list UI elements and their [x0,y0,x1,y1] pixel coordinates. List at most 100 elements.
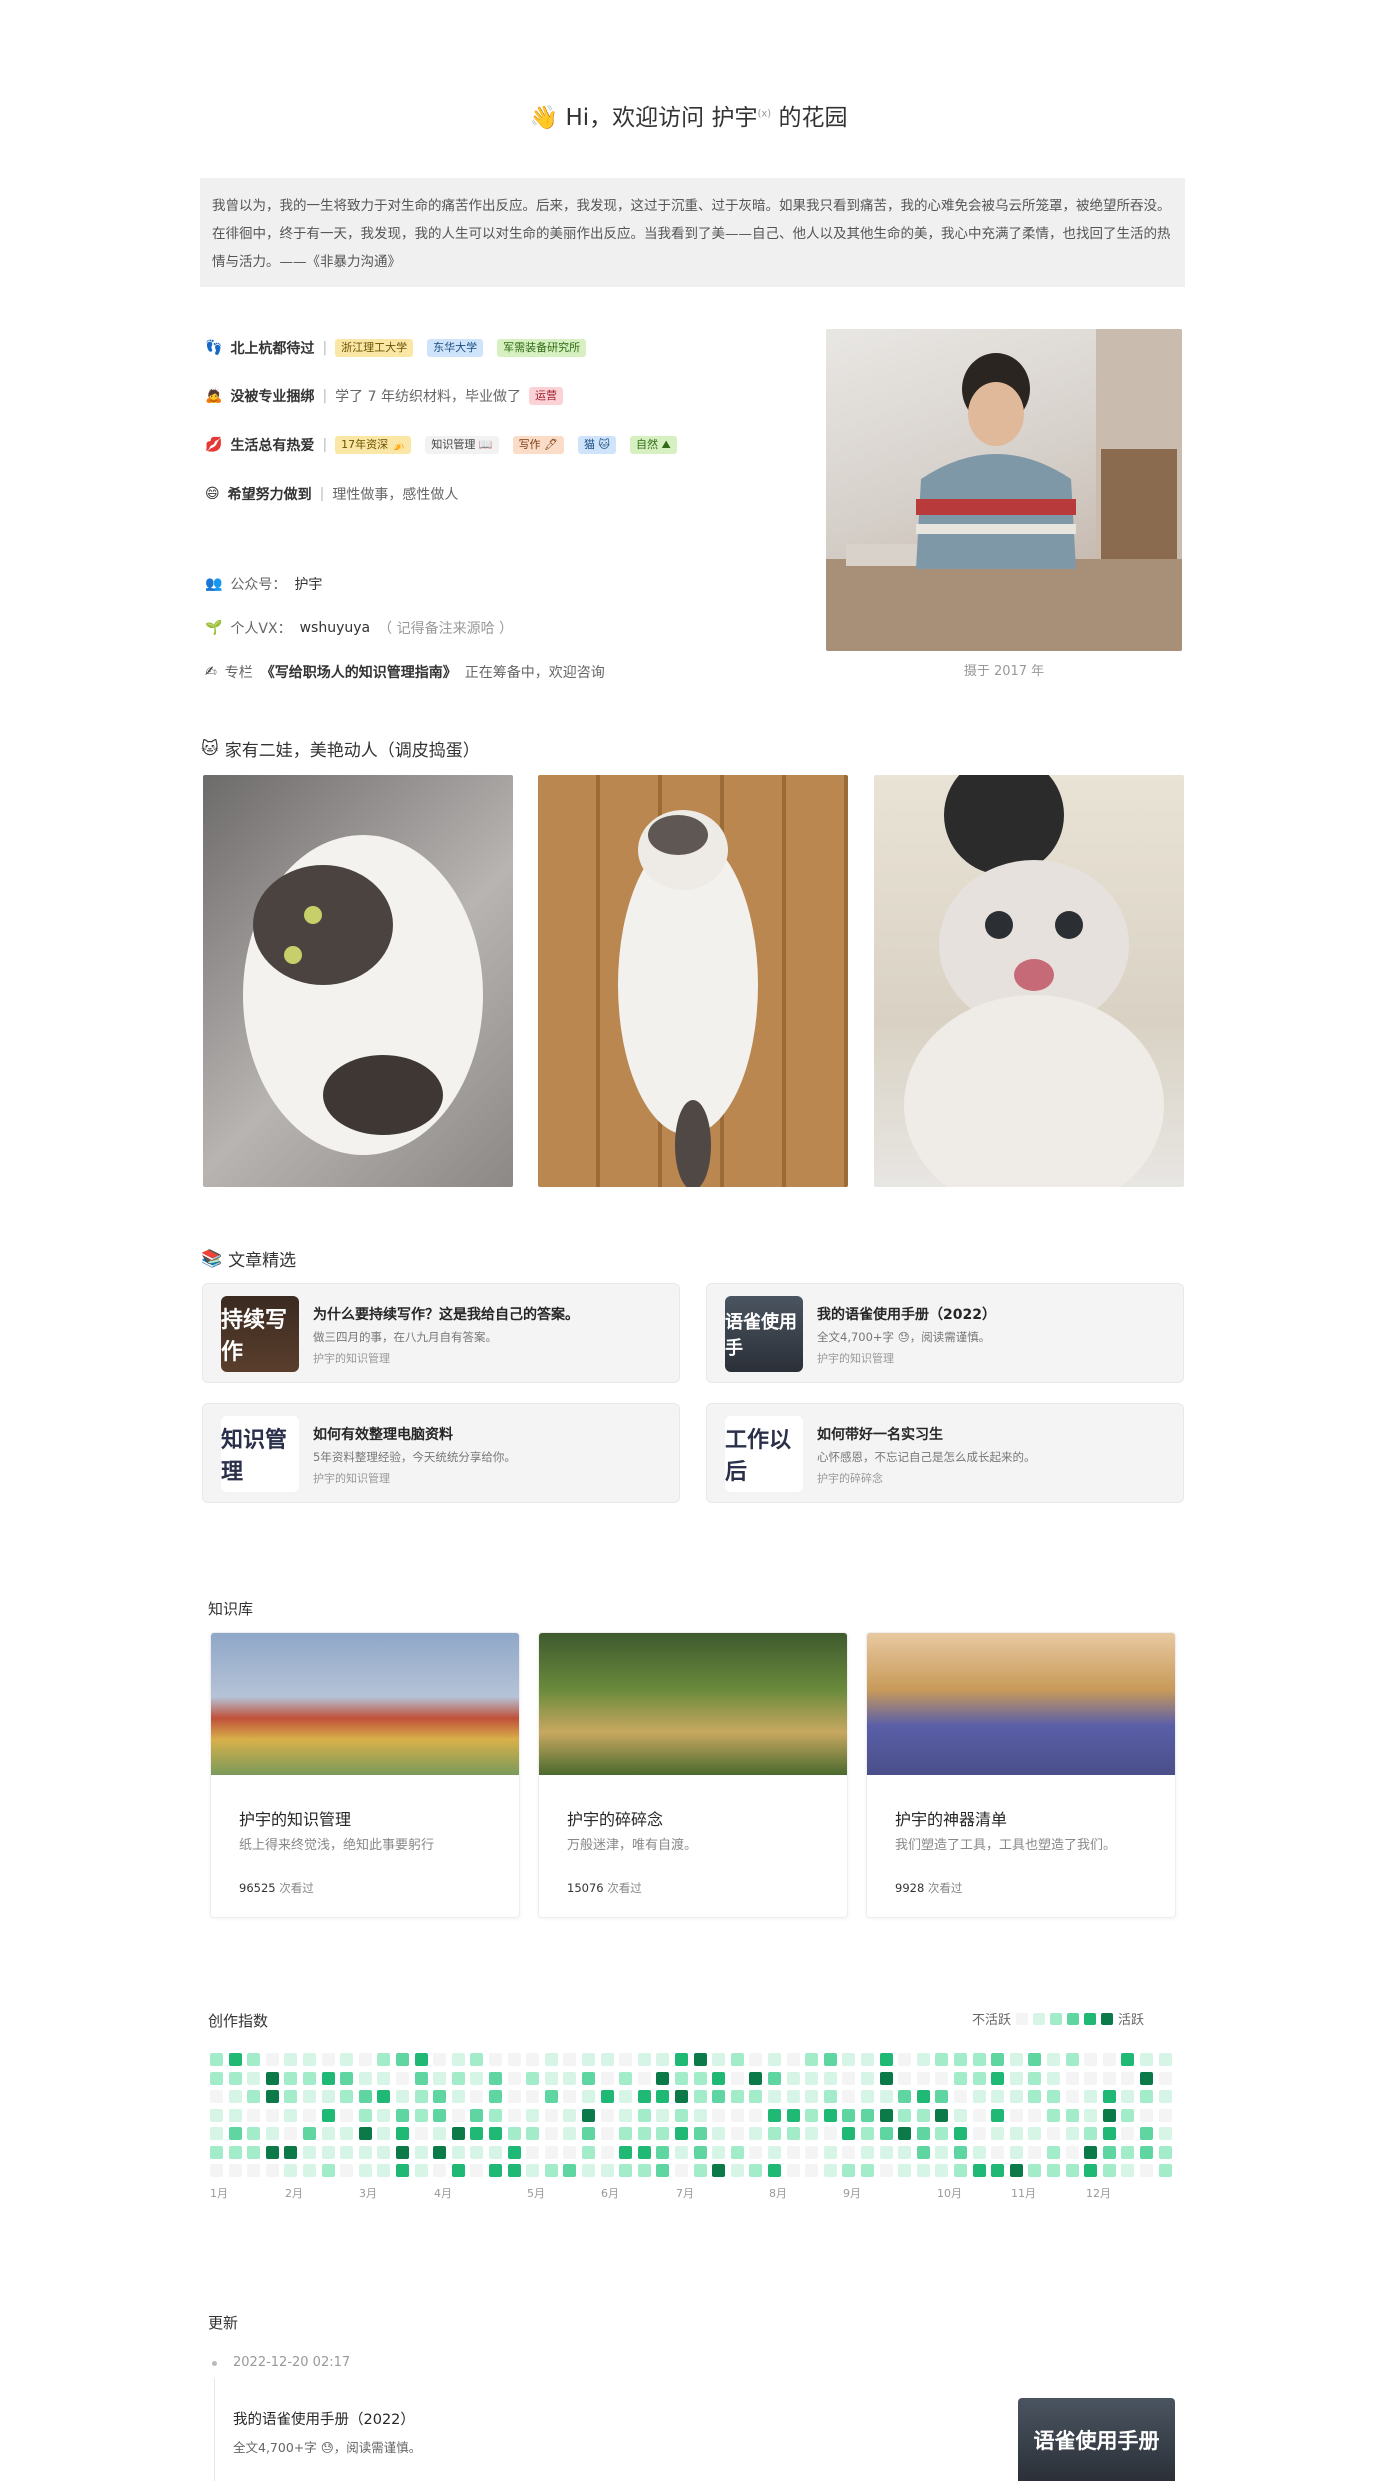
heatmap-cell [675,2108,688,2122]
article-card[interactable]: 持续写作 为什么要持续写作？这是我给自己的答案。 做三四月的事，在八九月自有答案… [202,1283,680,1383]
heatmap-cell [247,2127,261,2140]
heatmap-cell [786,2090,800,2103]
update-thumb[interactable]: 语雀使用手册 [1018,2398,1175,2481]
heatmap-cell [898,2053,912,2066]
heatmap-cell [656,2108,670,2122]
about-row-motto: 😄 希望努力做到 | 理性做事，感性做人 [205,484,458,504]
heatmap-cell [1102,2053,1116,2066]
heatmap-cell [805,2108,819,2122]
heatmap-cell [656,2090,670,2103]
contact-value: 护宇 [294,577,323,593]
heatmap-cell [954,2053,967,2066]
heatmap-cell [1028,2145,1042,2159]
heatmap-cell [879,2053,893,2066]
heatmap-cell [470,2164,484,2177]
heatmap-cell [210,2071,223,2085]
article-card[interactable]: 工作以后 如何带好一名实习生 心怀感恩，不忘记自己是怎么成长起来的。 护宇的碎碎… [706,1403,1184,1503]
heatmap-cell [1009,2053,1023,2066]
heatmap-cell [303,2145,316,2159]
heatmap-cell [823,2164,837,2177]
heatmap-cell [544,2108,558,2122]
heatmap-cell [712,2090,726,2103]
heatmap-cell [972,2108,986,2122]
heatmap-cell [619,2071,633,2085]
heatmap-cell [675,2127,688,2140]
knowledge-card[interactable]: 护宇的神器清单 我们塑造了工具，工具也塑造了我们。 9928 次看过 [866,1632,1176,1918]
heatmap-cell [210,2108,223,2122]
contact-column: ✍ 专栏 《写给职场人的知识管理指南》 正在筹备中，欢迎咨询 [205,662,605,682]
heatmap-cell [823,2108,837,2122]
heatmap-cell [582,2164,595,2177]
knowledge-title[interactable]: 护宇的知识管理 [239,1806,351,1830]
heatmap-cell [303,2127,316,2140]
heatmap-cell [1140,2071,1153,2085]
heatmap-cell [1158,2053,1172,2066]
heatmap-cell [898,2145,912,2159]
heatmap-cell [656,2071,670,2085]
heatmap-cell [879,2090,893,2103]
update-title[interactable]: 我的语雀使用手册（2022） [233,2408,415,2429]
heatmap-cell [526,2145,540,2159]
heatmap-cell [712,2145,726,2159]
heatmap-cell [712,2164,726,2177]
heatmap-cell [842,2071,856,2085]
knowledge-title[interactable]: 护宇的神器清单 [895,1806,1007,1830]
month-label: 7月 [676,2187,694,2200]
tag: 军需装备研究所 [497,339,587,357]
heatmap-cell [563,2127,577,2140]
articles-heading: 📚 文章精选 [201,1246,296,1272]
heatmap-cell [1102,2145,1116,2159]
article-title[interactable]: 为什么要持续写作？这是我给自己的答案。 [313,1304,579,1324]
heatmap-cell [1028,2127,1042,2140]
article-title[interactable]: 我的语雀使用手册（2022） [817,1304,996,1324]
heatmap-cell [321,2127,335,2140]
tag: 猫 🐱 [578,436,616,454]
knowledge-title[interactable]: 护宇的碎碎念 [567,1806,663,1830]
knowledge-card[interactable]: 护宇的知识管理 纸上得来终觉浅，绝知此事要躬行 96525 次看过 [210,1632,520,1918]
heatmap-cell [637,2145,651,2159]
heatmap-cell [1028,2071,1042,2085]
divider: | [322,340,328,356]
heatmap-cell [805,2053,819,2066]
heatmap-cell [228,2145,242,2159]
heatmap-cell [247,2053,261,2066]
heatmap-cell [1047,2053,1060,2066]
heatmap-cell [582,2053,595,2066]
heatmap-cell [489,2145,502,2159]
heatmap-cell [414,2071,428,2085]
month-label: 3月 [359,2187,377,2200]
heatmap-cell [1102,2164,1116,2177]
users-icon: 👥 [205,576,223,592]
heatmap-cell [303,2108,316,2122]
heatmap-cell [228,2053,242,2066]
heatmap-cell [470,2108,484,2122]
heatmap-cell [228,2164,242,2177]
footprint-icon: 👣 [205,340,223,356]
heatmap-cell [805,2127,819,2140]
heatmap-cell [1140,2108,1153,2122]
article-title[interactable]: 如何有效整理电脑资料 [313,1424,453,1444]
heatmap-cell [842,2053,856,2066]
legend-swatch [1016,2012,1029,2025]
heatmap-cell [768,2164,781,2177]
heatmap-cell [879,2145,893,2159]
heatmap-cell [786,2108,800,2122]
heatmap-cell [1084,2164,1098,2177]
heatmap-cell [433,2053,447,2066]
heatmap-cell [470,2090,484,2103]
tag: 17年资深 🍌 [335,436,412,454]
knowledge-views: 9928 次看过 [895,1880,962,1896]
views-suffix: 次看过 [275,1881,314,1895]
article-card[interactable]: 知识管理 如何有效整理电脑资料 5年资料整理经验，今天统统分享给你。 护宇的知识… [202,1403,680,1503]
article-title[interactable]: 如何带好一名实习生 [817,1424,943,1444]
heatmap-cell [396,2127,409,2140]
article-card[interactable]: 语雀使用手 我的语雀使用手册（2022） 全文4,700+字 😓，阅读需谨慎。 … [706,1283,1184,1383]
heatmap-cell [619,2090,633,2103]
column-title[interactable]: 《写给职场人的知识管理指南》 [261,662,457,682]
heatmap-cell [1121,2145,1135,2159]
heatmap-cell [842,2127,856,2140]
knowledge-card[interactable]: 护宇的碎碎念 万般迷津，唯有自渡。 15076 次看过 [538,1632,848,1918]
heatmap-cell [228,2090,242,2103]
cat-illustration [904,775,1164,1187]
heatmap-cell [1158,2127,1172,2140]
